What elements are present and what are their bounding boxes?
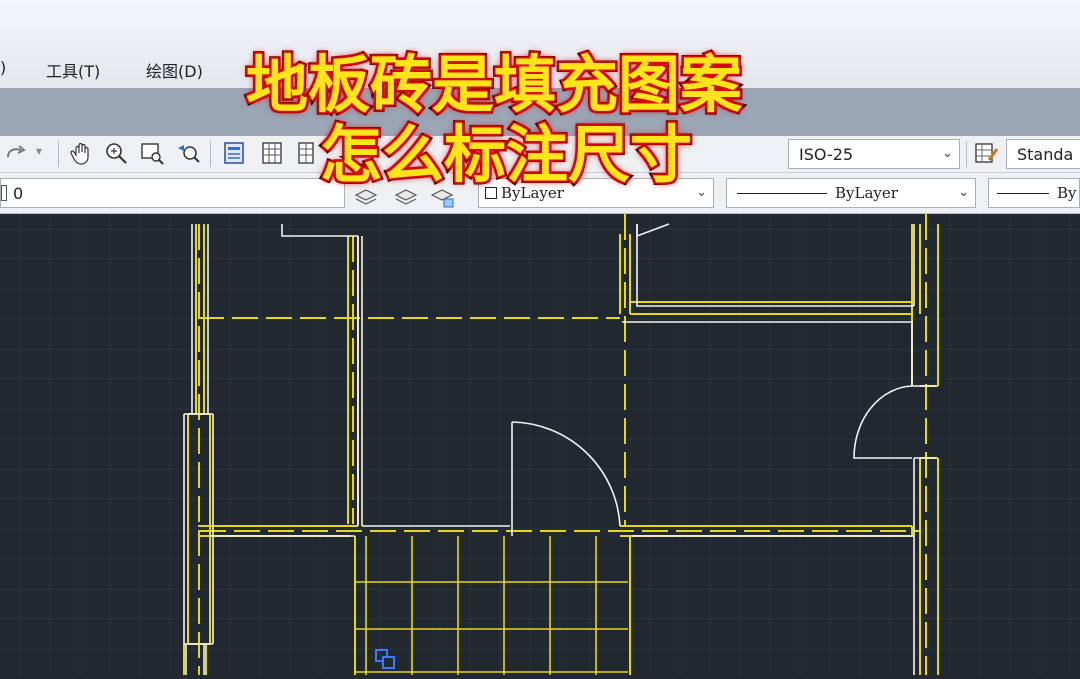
overlay-title-line2: 怎么标注尺寸 [317, 117, 694, 192]
text-style-select[interactable]: Standa [1006, 139, 1080, 169]
redo-dropdown-icon[interactable]: ▾ [36, 144, 42, 158]
separator [58, 141, 59, 167]
walls-yellow [183, 224, 939, 675]
floor-plan-drawing [0, 214, 1080, 675]
separator [210, 141, 211, 167]
design-center-icon[interactable] [258, 139, 286, 167]
lineweight-select[interactable]: By [988, 178, 1080, 208]
drawing-canvas[interactable] [0, 214, 1080, 675]
dim-style-select[interactable]: ISO-25 ⌄ [788, 139, 960, 169]
dim-style-value: ISO-25 [799, 145, 854, 164]
selection-grip-icon[interactable] [375, 649, 395, 669]
layer-icon [1, 185, 7, 201]
redo-icon[interactable] [2, 139, 30, 167]
linetype-select[interactable]: ByLayer ⌄ [726, 178, 976, 208]
zoom-previous-icon[interactable] [174, 139, 202, 167]
zoom-window-icon[interactable] [138, 139, 166, 167]
zoom-realtime-icon[interactable] [102, 139, 130, 167]
grid [0, 214, 1080, 675]
layer-select[interactable]: 0 [0, 178, 345, 208]
chevron-down-icon: ⌄ [958, 185, 969, 200]
menu-item-draw[interactable]: 绘图(D) [146, 58, 203, 82]
chevron-down-icon: ⌄ [942, 146, 953, 161]
separator [966, 141, 967, 167]
center-lines [198, 214, 927, 675]
menu-item-partial[interactable]: ) [0, 58, 6, 77]
lineweight-preview [997, 193, 1049, 194]
properties-icon[interactable] [220, 139, 248, 167]
lineweight-value: By [1057, 184, 1077, 202]
layer-value: 0 [13, 184, 24, 203]
text-style-icon[interactable] [972, 139, 1000, 167]
pan-hand-icon[interactable] [68, 139, 96, 167]
menu-item-tools[interactable]: 工具(T) [46, 58, 100, 82]
tool-palettes-icon[interactable] [292, 139, 314, 167]
text-style-value: Standa [1017, 145, 1074, 164]
floor-tile-hatch [356, 536, 628, 675]
chevron-down-icon: ⌄ [696, 185, 707, 200]
linetype-preview [737, 193, 827, 194]
linetype-value: ByLayer [835, 184, 898, 202]
overlay-title-line1: 地板砖是填充图案 [243, 47, 744, 122]
